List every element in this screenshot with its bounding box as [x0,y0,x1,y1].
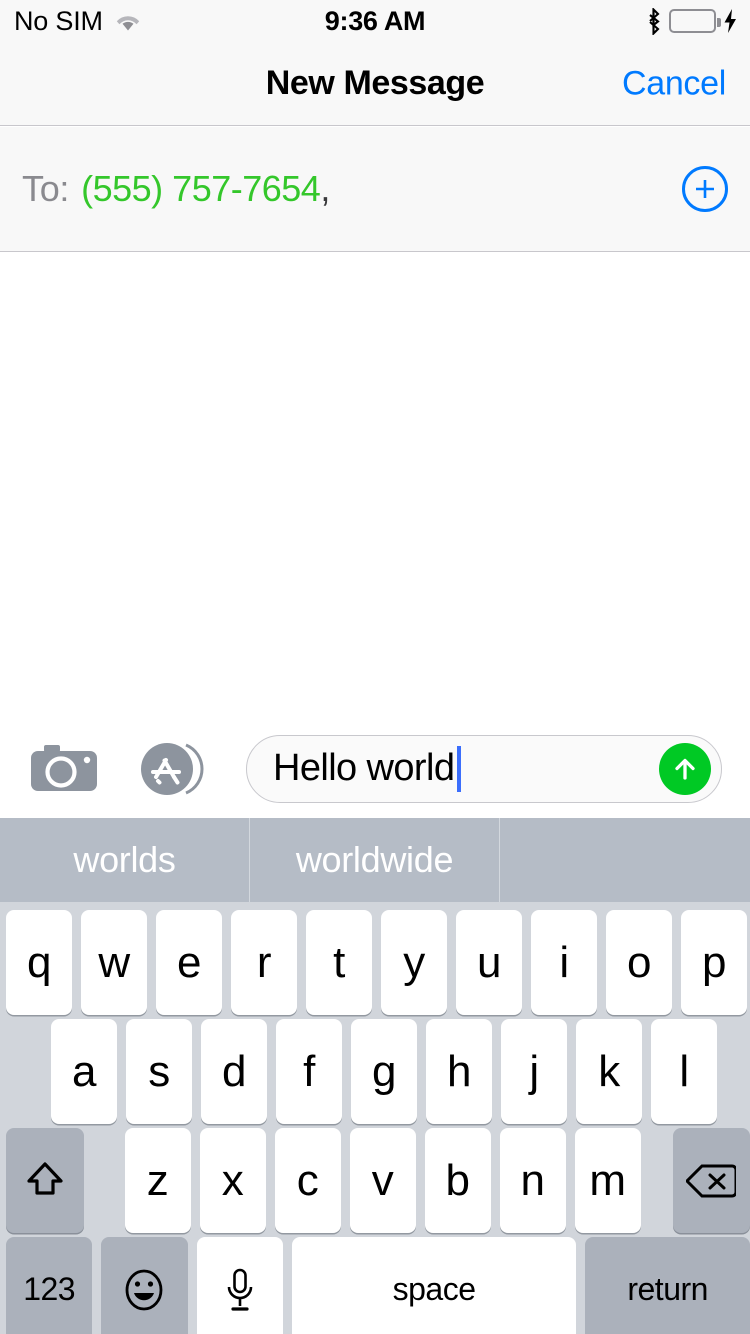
return-key[interactable]: return [585,1237,750,1334]
key-u[interactable]: u [456,910,522,1015]
smiley-face-icon [120,1266,168,1314]
key-s[interactable]: s [126,1019,192,1124]
plus-circle-icon [692,176,718,202]
app-store-icon [138,739,204,799]
key-p[interactable]: p [681,910,747,1015]
key-k[interactable]: k [576,1019,642,1124]
text-cursor [457,745,462,792]
numbers-key[interactable]: 123 [6,1237,93,1334]
app-store-button[interactable] [138,739,204,799]
key-f[interactable]: f [276,1019,342,1124]
bluetooth-icon [645,7,662,35]
keyboard-row-2: asdfghjkl [0,1019,750,1124]
key-b[interactable]: b [424,1128,491,1233]
send-button[interactable] [659,742,711,795]
emoji-key[interactable] [101,1237,188,1334]
keyboard-letters-row-3: zxcvbnm [116,1128,641,1233]
camera-icon [30,741,98,797]
key-q[interactable]: q [6,910,72,1015]
lightning-bolt-icon [723,8,738,34]
recipient-row[interactable]: To: (555) 757-7654 , [22,168,330,210]
key-y[interactable]: y [381,910,447,1015]
status-bar-center: 9:36 AM [0,0,750,42]
key-g[interactable]: g [351,1019,417,1124]
message-input-text: Hello world [273,747,455,789]
key-v[interactable]: v [349,1128,416,1233]
keyboard-row-4: 123 space return [0,1237,750,1334]
row-spacer [641,1128,673,1233]
key-c[interactable]: c [274,1128,341,1233]
suggestion-1[interactable]: worldwide [249,818,500,902]
key-t[interactable]: t [306,910,372,1015]
key-l[interactable]: l [651,1019,717,1124]
key-j[interactable]: j [501,1019,567,1124]
backspace-delete-icon [686,1162,737,1200]
key-d[interactable]: d [201,1019,267,1124]
status-bar-right [645,0,738,42]
recipient-field-bar: To: (555) 757-7654 , [0,127,750,252]
onscreen-keyboard: qwertyuiop asdfghjkl zxcvbnm 123 space r… [0,902,750,1334]
message-input-toolbar: Hello world [0,719,750,818]
suggestion-0[interactable]: worlds [0,818,249,902]
keyboard-row-3: zxcvbnm [0,1128,750,1233]
clock-label: 9:36 AM [324,5,426,36]
conversation-area [0,252,750,719]
battery-icon [669,9,721,33]
dictation-key[interactable] [196,1237,283,1334]
cancel-button[interactable]: Cancel [622,64,726,103]
key-i[interactable]: i [531,910,597,1015]
key-w[interactable]: w [81,910,147,1015]
key-e[interactable]: e [156,910,222,1015]
key-z[interactable]: z [124,1128,191,1233]
key-n[interactable]: n [499,1128,566,1233]
key-r[interactable]: r [231,910,297,1015]
to-label: To: [22,168,70,209]
microphone-icon [223,1267,257,1313]
key-h[interactable]: h [426,1019,492,1124]
backspace-key[interactable] [672,1128,750,1233]
add-contact-button[interactable] [682,166,728,212]
shift-key[interactable] [6,1128,84,1233]
navigation-bar: New Message Cancel [0,42,750,126]
message-input-field[interactable]: Hello world [246,734,722,803]
keyboard-row-1: qwertyuiop [0,910,750,1015]
row-spacer [84,1128,116,1233]
page-title: New Message [265,64,485,102]
key-x[interactable]: x [199,1128,266,1233]
status-bar: No SIM 9:36 AM [0,0,750,42]
row-spacer [0,1019,42,1124]
predictive-text-bar: worlds worldwide [0,818,750,902]
recipient-token[interactable]: (555) 757-7654 [81,168,321,210]
camera-button[interactable] [30,741,98,797]
iphone-screen: No SIM 9:36 AM New Message Cancel To: (5… [0,0,750,1334]
key-a[interactable]: a [51,1019,117,1124]
shift-arrow-icon [25,1160,65,1202]
arrow-up-icon [670,754,700,784]
suggestion-2[interactable] [500,818,750,902]
recipient-separator: , [320,168,331,209]
key-o[interactable]: o [606,910,672,1015]
space-key[interactable]: space [291,1237,577,1334]
key-m[interactable]: m [574,1128,641,1233]
